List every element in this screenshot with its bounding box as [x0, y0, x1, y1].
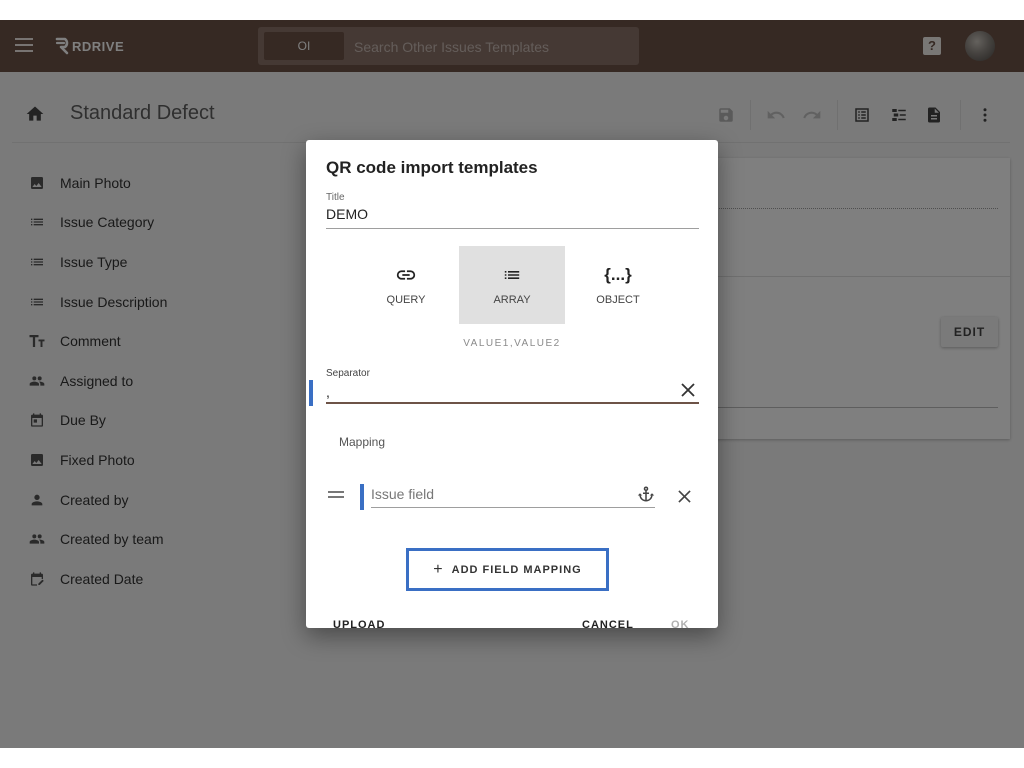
add-mapping-label: ADD FIELD MAPPING	[451, 563, 582, 576]
anchor-icon[interactable]	[636, 484, 656, 504]
list-icon	[502, 264, 522, 286]
mode-label: OBJECT	[596, 294, 640, 306]
mode-object-button[interactable]: {...} OBJECT	[565, 246, 671, 324]
title-field[interactable]: DEMO	[326, 206, 368, 222]
separator-input[interactable]	[326, 382, 666, 402]
braces-icon: {...}	[604, 265, 632, 284]
issue-field-underline	[371, 507, 655, 508]
mode-label: ARRAY	[493, 294, 531, 306]
clear-separator-icon[interactable]	[678, 380, 698, 400]
drag-handle-icon[interactable]	[328, 491, 344, 501]
mode-example-hint: VALUE1,VALUE2	[463, 338, 561, 349]
title-field-label: Title	[326, 192, 345, 203]
title-field-underline	[326, 228, 699, 229]
mode-label: QUERY	[386, 294, 426, 306]
link-icon	[395, 264, 417, 286]
dialog-title: QR code import templates	[326, 158, 538, 177]
upload-button[interactable]: UPLOAD	[333, 619, 385, 631]
issue-field-input[interactable]	[371, 484, 626, 504]
plus-icon: +	[433, 560, 443, 578]
qr-import-dialog: QR code import templates Title DEMO QUER…	[306, 140, 718, 631]
add-field-mapping-button[interactable]: + ADD FIELD MAPPING	[406, 548, 609, 591]
cancel-button[interactable]: CANCEL	[582, 619, 634, 631]
focus-indicator	[360, 484, 364, 510]
ok-button[interactable]: OK	[671, 619, 690, 631]
remove-mapping-icon[interactable]	[674, 486, 694, 506]
mode-array-button[interactable]: ARRAY	[459, 246, 565, 324]
focus-indicator	[309, 380, 313, 406]
mapping-section-label: Mapping	[339, 435, 386, 449]
separator-label: Separator	[326, 368, 370, 379]
separator-underline	[326, 402, 699, 404]
mode-query-button[interactable]: QUERY	[353, 246, 459, 324]
app-window: RDRIVE OI ? Standard Defect	[0, 20, 1024, 748]
